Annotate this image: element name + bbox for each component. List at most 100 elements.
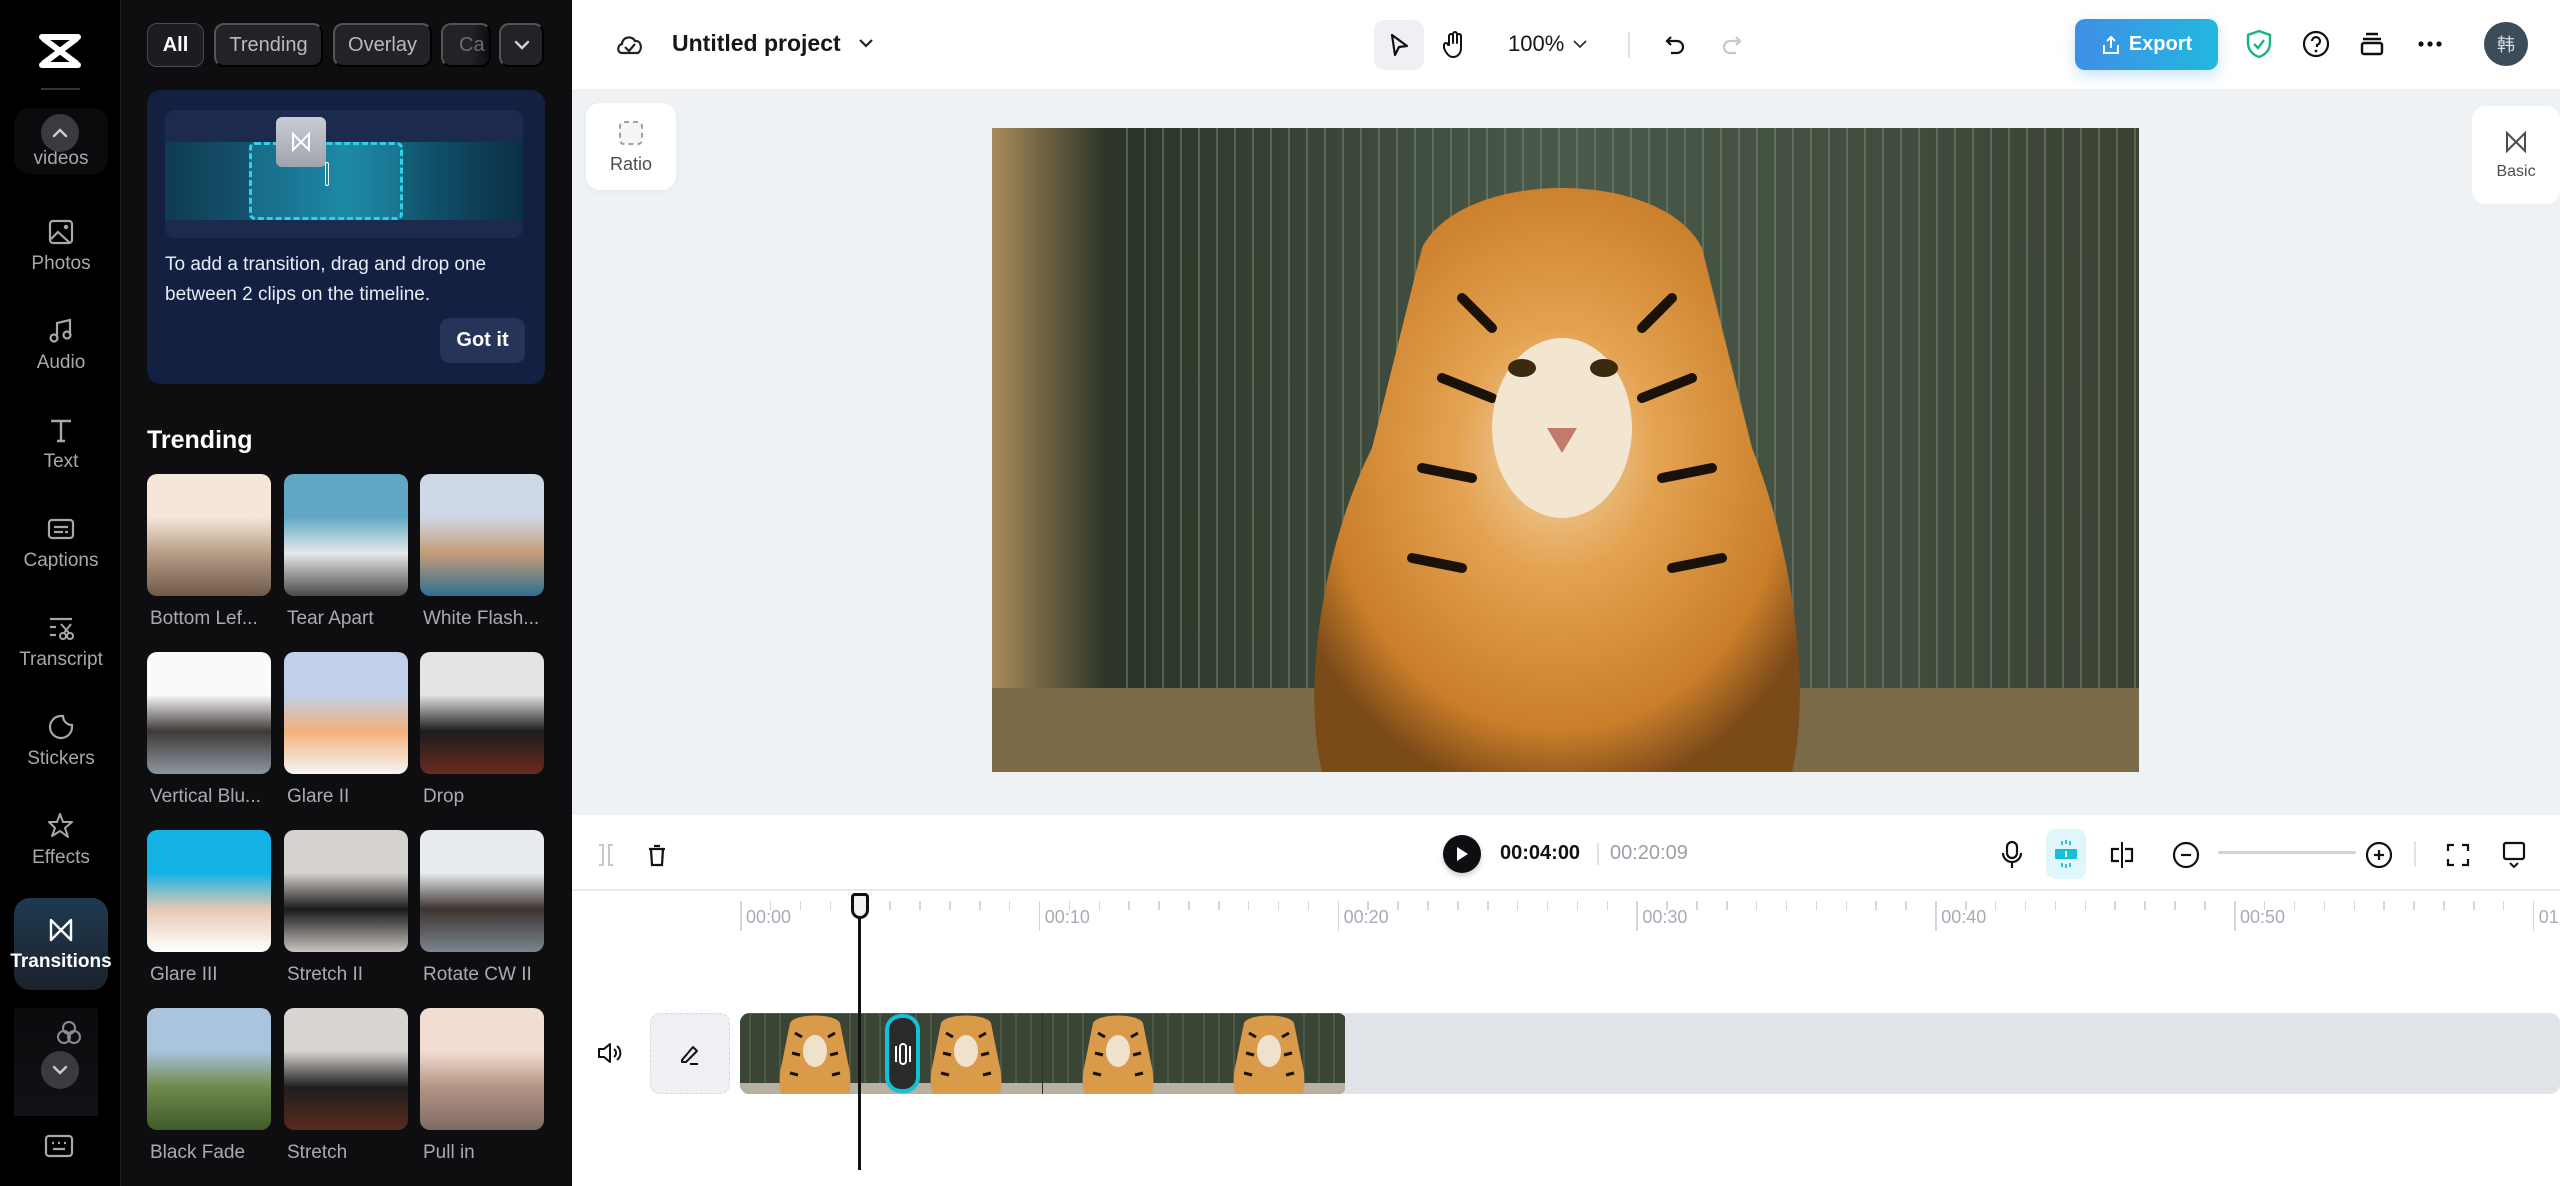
chip-overlay[interactable]: Overlay xyxy=(333,23,432,67)
zoom-level[interactable]: 100% xyxy=(1508,31,1564,57)
video-preview[interactable] xyxy=(992,128,2139,772)
redo-button[interactable] xyxy=(1707,20,1757,70)
sidebar-scroll-down-button[interactable] xyxy=(41,1051,79,1089)
transition-tile[interactable]: Black Fade xyxy=(147,1008,271,1164)
sidebar-scroll-up-button[interactable] xyxy=(41,114,79,152)
transition-tile[interactable]: Stretch II xyxy=(284,830,408,986)
transition-label: Glare II xyxy=(287,786,350,807)
project-menu-chevron-icon[interactable] xyxy=(858,38,874,48)
sidebar-item-transitions[interactable]: Transitions xyxy=(10,898,112,990)
more-options-button[interactable] xyxy=(2417,40,2443,48)
zoom-plus-icon xyxy=(2365,841,2393,869)
delete-button[interactable] xyxy=(637,835,677,875)
playhead-handle[interactable] xyxy=(850,893,869,919)
project-title[interactable]: Untitled project xyxy=(672,30,841,57)
ruler-tick xyxy=(1188,901,1190,910)
transition-tip-card: To add a transition, drag and drop one b… xyxy=(147,90,545,384)
sidebar-item-label: Stickers xyxy=(27,748,95,769)
keyboard-shortcuts-button[interactable] xyxy=(44,1134,74,1160)
track-mute-button[interactable] xyxy=(596,1040,622,1066)
security-shield-button[interactable] xyxy=(2246,29,2272,59)
keyboard-icon xyxy=(44,1134,74,1158)
fullscreen-button[interactable] xyxy=(2438,835,2478,875)
transition-tile[interactable]: Bottom Lef... xyxy=(147,474,271,630)
ruler-tick xyxy=(2473,901,2475,910)
transition-tile[interactable]: Glare III xyxy=(147,830,271,986)
transition-tile[interactable]: Drop xyxy=(420,652,544,808)
magnet-snap-toggle[interactable] xyxy=(2046,829,2086,879)
transition-marker[interactable] xyxy=(885,1014,920,1093)
ruler-tick xyxy=(799,901,802,910)
ratio-button[interactable]: Ratio xyxy=(586,103,676,190)
help-button[interactable] xyxy=(2302,30,2330,58)
cloud-sync-icon[interactable] xyxy=(614,29,646,61)
timeline: 00:04:00 00:20:09 00:00 00:10 00:20 00:30 00… xyxy=(572,815,2560,1186)
timeline-ruler[interactable]: 00:00 00:10 00:20 00:30 00:40 00:50 01 xyxy=(572,893,2560,953)
help-question-icon xyxy=(2302,30,2330,58)
timeline-zoom-slider[interactable] xyxy=(2218,851,2356,854)
ruler-tick xyxy=(1785,901,1788,910)
transition-label: Drop xyxy=(423,786,465,807)
time-divider xyxy=(1597,843,1599,865)
left-sidebar: videos Photos Audio Text Captions Transc… xyxy=(0,0,121,1186)
transition-tile[interactable]: Tear Apart xyxy=(284,474,408,630)
ruler-tick xyxy=(1277,901,1280,910)
zoom-in-button[interactable] xyxy=(2359,835,2399,875)
export-button[interactable]: Export xyxy=(2075,19,2218,70)
zoom-dropdown-chevron-icon[interactable] xyxy=(1572,39,1588,49)
transition-tile[interactable]: Rotate CW II xyxy=(420,830,544,986)
transition-thumbnail xyxy=(420,1008,544,1130)
sidebar-item-text[interactable]: Text xyxy=(14,398,108,490)
select-tool-button[interactable] xyxy=(1374,20,1424,70)
music-note-icon xyxy=(49,318,72,343)
sidebar-item-stickers[interactable]: Stickers xyxy=(14,695,108,787)
split-clip-button[interactable] xyxy=(586,835,626,875)
hand-tool-button[interactable] xyxy=(1429,20,1479,70)
clip-thumbnail-frame xyxy=(1042,1013,1194,1094)
sidebar-item-effects[interactable]: Effects xyxy=(14,794,108,886)
ruler-tick xyxy=(2084,901,2087,910)
transition-thumbnail xyxy=(284,474,408,596)
ruler-tick xyxy=(1994,901,1997,910)
total-duration: 00:20:09 xyxy=(1610,842,1688,864)
ruler-tick xyxy=(1875,901,1877,910)
transition-tile[interactable]: Pull in xyxy=(420,1008,544,1164)
edit-cover-button[interactable] xyxy=(650,1013,730,1094)
capcut-logo-icon[interactable] xyxy=(36,33,84,69)
got-it-button[interactable]: Got it xyxy=(440,318,525,363)
chip-all[interactable]: All xyxy=(147,23,204,67)
chip-trending[interactable]: Trending xyxy=(214,23,323,67)
zoom-out-button[interactable] xyxy=(2166,835,2206,875)
transition-drag-icon xyxy=(276,117,326,167)
transition-tile[interactable]: Glare II xyxy=(284,652,408,808)
sidebar-item-transcript[interactable]: Transcript xyxy=(14,596,108,688)
ruler-tick xyxy=(1905,901,1907,910)
layers-stack-button[interactable] xyxy=(2359,31,2385,57)
split-at-playhead-button[interactable] xyxy=(2102,835,2142,875)
ruler-tick xyxy=(1636,901,1638,931)
transition-tile[interactable]: White Flash... xyxy=(420,474,544,630)
preview-mode-button[interactable] xyxy=(2494,835,2534,875)
transition-tile[interactable]: Stretch xyxy=(284,1008,408,1164)
chip-category-truncated[interactable]: Ca xyxy=(441,23,491,67)
chevron-down-icon xyxy=(514,40,529,50)
text-icon xyxy=(51,419,71,443)
transition-thumbnail xyxy=(147,830,271,952)
chips-more-dropdown-button[interactable] xyxy=(499,23,544,67)
record-voiceover-button[interactable] xyxy=(1992,835,2032,875)
sidebar-item-label: Photos xyxy=(31,253,91,274)
transition-thumbnail xyxy=(147,474,271,596)
ruler-label: 00:50 xyxy=(2240,907,2286,927)
play-button[interactable] xyxy=(1443,835,1481,873)
basic-transition-settings-button[interactable]: Basic xyxy=(2472,106,2560,204)
sidebar-item-audio[interactable]: Audio xyxy=(14,299,108,391)
playhead-line[interactable] xyxy=(858,908,862,1170)
transition-thumbnail xyxy=(420,652,544,774)
undo-button[interactable] xyxy=(1650,20,1700,70)
sidebar-item-captions[interactable]: Captions xyxy=(14,497,108,589)
user-avatar[interactable]: 韩 xyxy=(2484,22,2528,66)
transition-tile[interactable]: Vertical Blu... xyxy=(147,652,271,808)
video-clip[interactable] xyxy=(740,1013,1347,1094)
sidebar-item-photos[interactable]: Photos xyxy=(14,200,108,292)
clip-thumbnail-frame xyxy=(1193,1013,1345,1094)
